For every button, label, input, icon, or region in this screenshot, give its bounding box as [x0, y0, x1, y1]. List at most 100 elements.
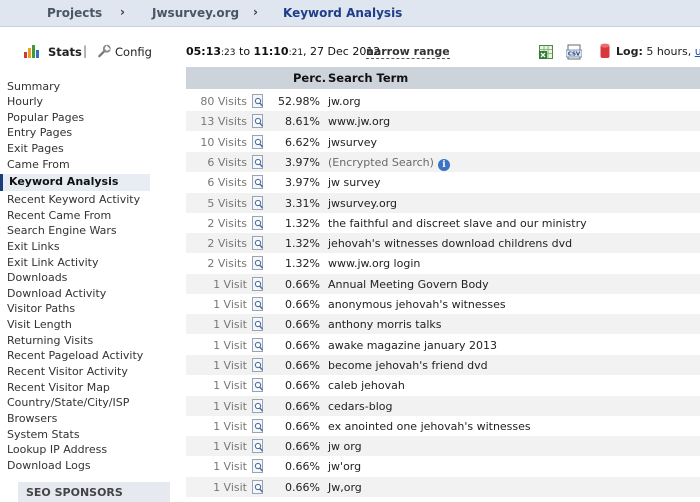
percentage-value: 52.98% — [278, 95, 320, 108]
magnifier-icon[interactable] — [252, 236, 264, 251]
breadcrumb-site[interactable]: Jwsurvey.org — [152, 6, 239, 20]
magnifier-icon[interactable] — [252, 398, 264, 413]
sidebar-item-browsers[interactable]: Browsers — [7, 412, 57, 426]
config-link[interactable]: Config — [115, 45, 152, 59]
sidebar-item-entry-pages[interactable]: Entry Pages — [7, 126, 72, 140]
sidebar-item-exit-links[interactable]: Exit Links — [7, 240, 60, 254]
sidebar-item-recent-visitor-map[interactable]: Recent Visitor Map — [7, 381, 110, 395]
perc-column-header[interactable]: Perc. — [293, 71, 326, 85]
magnifier-icon[interactable] — [252, 215, 264, 230]
search-term: jehovah's witnesses download childrens d… — [328, 237, 572, 250]
magnifier-icon[interactable] — [252, 94, 264, 108]
table-row: 80 Visits 52.98% jw.org — [186, 91, 700, 111]
sidebar-item-download-activity[interactable]: Download Activity — [7, 287, 106, 301]
visits-count: 1 Visit — [213, 399, 247, 413]
sidebar-item-visitor-paths[interactable]: Visitor Paths — [7, 302, 75, 316]
range-end-seconds: :21 — [288, 48, 304, 58]
magnifier-icon[interactable] — [252, 439, 264, 454]
excel-export-icon[interactable] — [538, 44, 554, 60]
magnifier-icon[interactable] — [252, 114, 264, 129]
search-term: jw org — [328, 440, 362, 453]
search-term: awake magazine january 2013 — [328, 339, 497, 352]
magnifier-icon[interactable] — [252, 479, 264, 494]
sidebar-item-search-engine-wars[interactable]: Search Engine Wars — [7, 224, 117, 238]
svg-text:CSV: CSV — [568, 52, 581, 58]
visits-count: 1 Visit — [213, 379, 247, 393]
upgrade-link[interactable]: upg — [695, 45, 700, 58]
search-term-column-header[interactable]: Search Term — [328, 71, 408, 85]
log-status: Log: 5 hours, upg — [616, 45, 700, 58]
breadcrumb-separator: › — [120, 5, 125, 19]
search-term-text: jwsurvey — [328, 135, 378, 149]
sidebar-item-recent-visitor-activity[interactable]: Recent Visitor Activity — [7, 365, 128, 379]
magnifier-icon[interactable] — [252, 418, 264, 433]
sidebar-item-returning-visits[interactable]: Returning Visits — [7, 334, 93, 348]
sidebar-item-popular-pages[interactable]: Popular Pages — [7, 111, 84, 125]
magnifier-icon[interactable] — [252, 357, 264, 372]
bar-chart-icon[interactable] — [24, 45, 40, 58]
search-term-text: ex anointed one jehovah's witnesses — [328, 419, 531, 433]
range-to: to — [239, 45, 251, 58]
table-row: 1 Visit 0.66% anthony morris talks — [186, 314, 700, 335]
sidebar-item-exit-link-activity[interactable]: Exit Link Activity — [7, 256, 99, 270]
percentage-value: 8.61% — [285, 115, 320, 129]
search-term: jwsurvey.org — [328, 197, 397, 210]
sidebar-item-downloads[interactable]: Downloads — [7, 271, 67, 285]
breadcrumb: Projects › Jwsurvey.org › Keyword Analys… — [0, 0, 700, 27]
search-term: www.jw.org login — [328, 257, 420, 270]
table-row: 2 Visits 1.32% the faithful and discreet s… — [186, 213, 700, 233]
magnifier-icon[interactable] — [252, 154, 264, 169]
magnifier-icon[interactable] — [252, 256, 264, 271]
range-start-time: 05:13 — [186, 45, 222, 58]
visits-count: 1 Visit — [213, 358, 247, 372]
sidebar-item-hourly[interactable]: Hourly — [7, 95, 43, 109]
search-term: jw.org — [328, 95, 361, 108]
sidebar-item-country-state-city-isp[interactable]: Country/State/City/ISP — [7, 396, 129, 410]
magnifier-icon[interactable] — [252, 337, 264, 352]
search-term-text: www.jw.org — [328, 115, 391, 129]
percentage-value: 1.32% — [285, 216, 320, 230]
percentage-value: 0.66% — [285, 480, 320, 494]
search-term: the faithful and discreet slave and our … — [328, 217, 587, 230]
visits-count: 2 Visits — [207, 237, 247, 251]
magnifier-icon[interactable] — [252, 459, 264, 474]
sidebar-item-download-logs[interactable]: Download Logs — [7, 459, 91, 473]
table-row: 10 Visits 6.62% jwsurvey — [186, 132, 700, 152]
magnifier-icon[interactable] — [252, 175, 264, 190]
magnifier-icon[interactable] — [252, 276, 264, 291]
visits-count: 2 Visits — [207, 257, 247, 271]
search-term-text: jw survey — [328, 176, 381, 190]
magnifier-icon[interactable] — [252, 134, 264, 149]
table-row: 1 Visit 0.66% jw org — [186, 436, 700, 457]
sidebar-item-keyword-analysis[interactable]: Keyword Analysis — [0, 174, 150, 191]
sidebar-item-visit-length[interactable]: Visit Length — [7, 318, 72, 332]
sidebar-item-came-from[interactable]: Came From — [7, 158, 70, 172]
sidebar-item-system-stats[interactable]: System Stats — [7, 428, 80, 442]
stats-link[interactable]: Stats — [48, 45, 82, 59]
sidebar-item-recent-came-from[interactable]: Recent Came From — [7, 209, 111, 223]
sidebar-item-recent-keyword-activity[interactable]: Recent Keyword Activity — [7, 193, 140, 207]
magnifier-icon[interactable] — [252, 195, 264, 210]
wrench-icon[interactable] — [96, 44, 112, 59]
visits-count: 1 Visit — [213, 460, 247, 474]
table-row: 1 Visit 0.66% ex anointed one jehovah's wi… — [186, 416, 700, 436]
search-term-text: become jehovah's friend dvd — [328, 358, 488, 372]
csv-export-icon[interactable]: CSV — [566, 44, 582, 60]
visits-count: 2 Visits — [207, 216, 247, 230]
visits-count: 1 Visit — [213, 440, 247, 454]
sidebar-item-summary[interactable]: Summary — [7, 80, 60, 94]
sidebar-item-recent-pageload-activity[interactable]: Recent Pageload Activity — [7, 349, 143, 363]
magnifier-icon[interactable] — [252, 378, 264, 393]
breadcrumb-projects[interactable]: Projects — [47, 6, 102, 20]
magnifier-icon[interactable] — [252, 297, 264, 311]
sidebar-item-lookup-ip-address[interactable]: Lookup IP Address — [7, 443, 107, 457]
table-row: 6 Visits 3.97% jw survey — [186, 172, 700, 192]
table-header: Perc. Search Term — [186, 67, 700, 89]
magnifier-icon[interactable] — [252, 317, 264, 332]
percentage-value: 0.66% — [285, 419, 320, 433]
info-icon[interactable]: i — [437, 158, 450, 171]
narrow-range-link[interactable]: narrow range — [366, 45, 450, 59]
sidebar-item-exit-pages[interactable]: Exit Pages — [7, 142, 64, 156]
percentage-value: 3.97% — [285, 155, 320, 169]
percentage-value: 0.66% — [285, 379, 320, 393]
